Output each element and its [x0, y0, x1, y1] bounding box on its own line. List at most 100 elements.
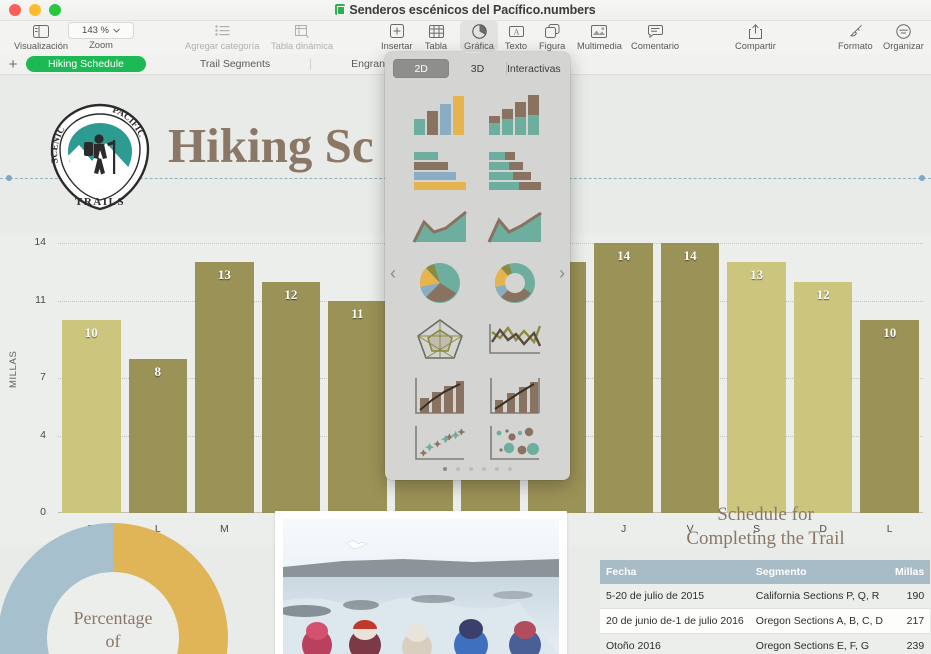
- zoom-popup-button[interactable]: 143 %: [68, 22, 134, 39]
- schedule-table[interactable]: FechaSegmentoMillas 5-20 de julio de 201…: [600, 560, 930, 654]
- toolbar-share-button[interactable]: Compartir: [735, 21, 776, 51]
- table-cell[interactable]: California Sections P, Q, R: [750, 584, 889, 609]
- chart-dimension-segmented-control[interactable]: 2D 3D Interactivas: [393, 59, 562, 78]
- chart-type-two-axis-chart[interactable]: [478, 368, 553, 424]
- sheet-tab-hiking-schedule[interactable]: Hiking Schedule: [26, 56, 146, 72]
- page-dot[interactable]: [482, 467, 486, 471]
- toolbar-arrange-button[interactable]: Organizar: [883, 21, 924, 51]
- toolbar-add-category-label: Agregar categoría: [185, 41, 259, 51]
- page-dot[interactable]: [508, 467, 512, 471]
- page-title: Hiking Sc: [168, 117, 374, 174]
- chart-bar[interactable]: 14: [661, 243, 720, 513]
- table-row[interactable]: 5-20 de julio de 2015California Sections…: [600, 584, 930, 609]
- table-cell[interactable]: 20 de junio de-1 de julio 2016: [600, 608, 750, 633]
- chart-type-bubble-chart[interactable]: [478, 424, 553, 462]
- text-box-icon: A: [504, 22, 528, 40]
- chart-type-donut-chart[interactable]: [478, 255, 553, 311]
- table-column-header[interactable]: Millas: [889, 560, 930, 584]
- chart-bar[interactable]: 13: [195, 262, 254, 513]
- chart-bar-value: 13: [195, 267, 254, 283]
- chart-type-grid[interactable]: [385, 86, 570, 462]
- table-column-header[interactable]: Fecha: [600, 560, 750, 584]
- chart-bar[interactable]: 12: [262, 282, 321, 513]
- page-dot[interactable]: [443, 467, 447, 471]
- chart-type-radar-chart[interactable]: [403, 311, 478, 367]
- document-title: Senderos escénicos del Pacífico.numbers: [0, 3, 931, 17]
- pivot-table-icon: [290, 22, 314, 40]
- schedule-block[interactable]: Schedule for Completing the Trail FechaS…: [600, 503, 931, 654]
- table-cell[interactable]: 239: [889, 633, 930, 654]
- table-column-header[interactable]: Segmento: [750, 560, 889, 584]
- coast-photo[interactable]: [275, 511, 567, 654]
- guide-handle-left[interactable]: [6, 175, 12, 181]
- add-sheet-button[interactable]: +: [0, 57, 26, 72]
- chart-bar[interactable]: 8: [129, 359, 188, 513]
- chart-type-popover[interactable]: 2D 3D Interactivas ‹ ›: [385, 52, 570, 480]
- chart-bar[interactable]: 14: [594, 243, 653, 513]
- toolbar-insert-button[interactable]: Insertar: [381, 21, 413, 51]
- sheet-tab-trail-segments[interactable]: Trail Segments: [188, 56, 282, 72]
- page-dot[interactable]: [495, 467, 499, 471]
- title-bar: Senderos escénicos del Pacífico.numbers: [0, 0, 931, 21]
- chart-type-bar-chart[interactable]: [403, 142, 478, 198]
- table-cell[interactable]: Oregon Sections E, F, G: [750, 633, 889, 654]
- toolbar-media-button[interactable]: Multimedia: [577, 21, 622, 51]
- paintbrush-icon: [843, 22, 867, 40]
- chart-y-tick: 14: [24, 236, 46, 248]
- table-row[interactable]: 20 de junio de-1 de julio 2016Oregon Sec…: [600, 608, 930, 633]
- svg-text:A: A: [513, 27, 519, 36]
- shapes-icon: [540, 22, 564, 40]
- toolbar-shape-label: Figura: [539, 41, 565, 51]
- toolbar-add-category-button[interactable]: Agregar categoría: [185, 21, 259, 51]
- popover-page-indicator[interactable]: [385, 467, 570, 471]
- chart-type-pie-chart[interactable]: [403, 255, 478, 311]
- toolbar-comment-button[interactable]: Comentario: [631, 21, 679, 51]
- toolbar-format-button[interactable]: Formato: [838, 21, 873, 51]
- chart-bar-value: 8: [129, 364, 188, 380]
- percentage-of-trail-donut-chart[interactable]: Percentage of Trail: [0, 507, 244, 654]
- document-title-text: Senderos escénicos del Pacífico.numbers: [349, 3, 595, 17]
- toolbar-shape-button[interactable]: Figura: [539, 21, 565, 51]
- segment-interactivas[interactable]: Interactivas: [506, 59, 562, 78]
- pie-chart-icon: [467, 22, 491, 40]
- table-cell[interactable]: 5-20 de julio de 2015: [600, 584, 750, 609]
- page-dot[interactable]: [469, 467, 473, 471]
- table-body[interactable]: 5-20 de julio de 2015California Sections…: [600, 584, 930, 654]
- schedule-title-line-1: Schedule for: [600, 503, 931, 527]
- guide-handle-right[interactable]: [919, 175, 925, 181]
- chart-bar[interactable]: 10: [62, 320, 121, 513]
- toolbar-pivot-table-button[interactable]: Tabla dinámica: [271, 21, 333, 51]
- chart-bar[interactable]: 10: [860, 320, 919, 513]
- chart-type-stacked-bar-chart[interactable]: [478, 142, 553, 198]
- table-row[interactable]: Otoño 2016Oregon Sections E, F, G239: [600, 633, 930, 654]
- chart-bar[interactable]: 12: [794, 282, 853, 513]
- toolbar-table-button[interactable]: Tabla: [424, 21, 448, 51]
- chart-bar[interactable]: 11: [328, 301, 387, 513]
- chart-bar-value: 14: [594, 248, 653, 264]
- comment-icon: [643, 22, 667, 40]
- table-cell[interactable]: 190: [889, 584, 930, 609]
- segment-3d[interactable]: 3D: [449, 59, 505, 78]
- toolbar-text-button[interactable]: A Texto: [504, 21, 528, 51]
- chart-type-scatter-chart[interactable]: [403, 424, 478, 462]
- toolbar-chart-button[interactable]: Gráfica: [460, 21, 498, 51]
- schedule-title: Schedule for Completing the Trail: [600, 503, 931, 551]
- toolbar-zoom-control[interactable]: 143 % Zoom: [68, 21, 134, 50]
- chart-type-stacked-column-chart[interactable]: [478, 86, 553, 142]
- schedule-title-line-2: Completing the Trail: [600, 527, 931, 551]
- chart-type-stacked-area-chart[interactable]: [478, 199, 553, 255]
- table-cell[interactable]: 217: [889, 608, 930, 633]
- chart-bar-value: 10: [62, 325, 121, 341]
- chart-type-line-chart[interactable]: [478, 311, 553, 367]
- chart-y-tick: 7: [24, 371, 46, 383]
- page-dot[interactable]: [456, 467, 460, 471]
- table-cell[interactable]: Oregon Sections A, B, C, D: [750, 608, 889, 633]
- toolbar-pivot-table-label: Tabla dinámica: [271, 41, 333, 51]
- chart-type-column-chart[interactable]: [403, 86, 478, 142]
- toolbar-view-button[interactable]: Visualización: [14, 21, 68, 51]
- chart-type-area-chart[interactable]: [403, 199, 478, 255]
- segment-2d[interactable]: 2D: [393, 59, 449, 78]
- table-cell[interactable]: Otoño 2016: [600, 633, 750, 654]
- chart-bar[interactable]: 13: [727, 262, 786, 513]
- chart-type-column-line-chart[interactable]: [403, 368, 478, 424]
